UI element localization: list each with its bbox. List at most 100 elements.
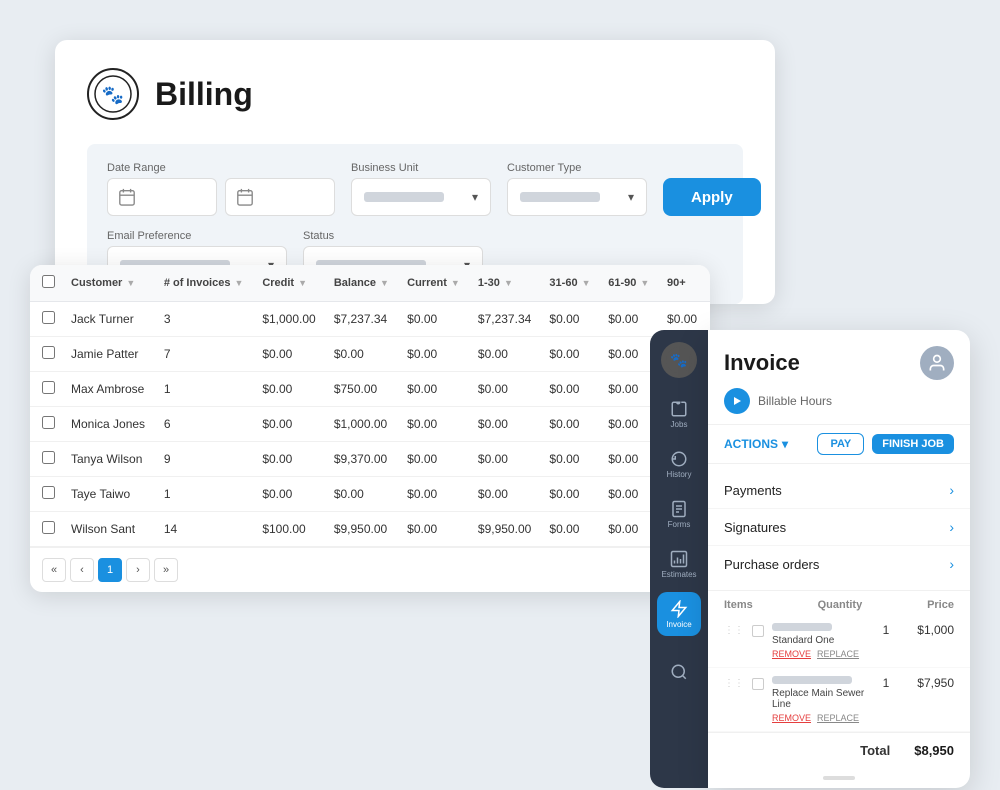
invoice-user-avatar xyxy=(920,346,954,380)
credit-cell: $0.00 xyxy=(254,337,326,372)
filter-icon-1-30[interactable]: ▼ xyxy=(504,278,513,288)
table-row: Taye Taiwo 1 $0.00 $0.00 $0.00 $0.00 $0.… xyxy=(30,477,710,512)
play-icon xyxy=(732,396,742,406)
filter-icon-credit[interactable]: ▼ xyxy=(298,278,307,288)
business-unit-label: Business Unit xyxy=(351,162,491,174)
estimates-label: Estimates xyxy=(661,570,696,579)
select-all-col xyxy=(30,265,63,302)
balance-cell: $1,000.00 xyxy=(326,407,399,442)
current-cell: $0.00 xyxy=(399,372,470,407)
nav-logo-icon: 🐾 xyxy=(665,346,693,374)
purchase-orders-row[interactable]: Purchase orders › xyxy=(708,546,970,582)
filter-icon-invoices[interactable]: ▼ xyxy=(234,278,243,288)
search-icon xyxy=(670,663,688,681)
invoices-cell: 6 xyxy=(156,407,255,442)
select-all-checkbox[interactable] xyxy=(42,275,55,288)
invoices-cell: 3 xyxy=(156,302,255,337)
balance-cell: $0.00 xyxy=(326,477,399,512)
balance-cell: $0.00 xyxy=(326,337,399,372)
total-label: Total xyxy=(860,743,890,758)
apply-button[interactable]: Apply xyxy=(663,178,761,216)
chevron-right-signatures: › xyxy=(949,519,954,535)
row-checkbox-6[interactable] xyxy=(42,521,55,534)
row-checkbox-4[interactable] xyxy=(42,451,55,464)
table-row: Jamie Patter 7 $0.00 $0.00 $0.00 $0.00 $… xyxy=(30,337,710,372)
item-qty-1: 1 xyxy=(876,623,896,637)
actions-button[interactable]: ACTIONS ▾ xyxy=(724,437,788,451)
drag-handle-1[interactable]: ⋮⋮ xyxy=(724,625,744,636)
pay-button[interactable]: PAY xyxy=(817,433,864,455)
items-col-header: Items xyxy=(724,599,753,611)
finish-job-button[interactable]: FINISH JOB xyxy=(872,434,954,454)
date-from-input[interactable] xyxy=(107,178,217,216)
col-61-90: 61-90 ▼ xyxy=(600,265,659,302)
history-label: History xyxy=(667,470,692,479)
current-cell: $0.00 xyxy=(399,477,470,512)
item-checkbox-2[interactable] xyxy=(752,678,764,690)
last-page-button[interactable]: » xyxy=(154,558,178,582)
row-checkbox-2[interactable] xyxy=(42,381,55,394)
31-60-cell: $0.00 xyxy=(541,372,600,407)
item-actions-1: REMOVE REPLACE xyxy=(772,649,868,659)
item-actions-2: REMOVE REPLACE xyxy=(772,713,868,723)
prev-page-button[interactable]: ‹ xyxy=(70,558,94,582)
sidebar-item-history[interactable]: History xyxy=(657,442,701,486)
calendar-to-icon xyxy=(236,188,254,206)
sidebar-item-estimates[interactable]: Estimates xyxy=(657,542,701,586)
chevron-right-payments: › xyxy=(949,482,954,498)
balance-cell: $750.00 xyxy=(326,372,399,407)
replace-item-2[interactable]: REPLACE xyxy=(817,713,859,723)
sidebar-item-jobs[interactable]: Jobs xyxy=(657,392,701,436)
sidebar-item-invoice[interactable]: Invoice xyxy=(657,592,701,636)
next-page-button[interactable]: › xyxy=(126,558,150,582)
page-1-button[interactable]: 1 xyxy=(98,558,122,582)
total-row: Total $8,950 xyxy=(708,732,970,768)
customer-cell: Tanya Wilson xyxy=(63,442,156,477)
invoice-item-2: ⋮⋮ Replace Main Sewer Line REMOVE REPLAC… xyxy=(708,668,970,732)
balance-cell: $9,370.00 xyxy=(326,442,399,477)
remove-item-1[interactable]: REMOVE xyxy=(772,649,811,659)
col-31-60: 31-60 ▼ xyxy=(541,265,600,302)
remove-item-2[interactable]: REMOVE xyxy=(772,713,811,723)
col-customer: Customer ▼ xyxy=(63,265,156,302)
first-page-button[interactable]: « xyxy=(42,558,66,582)
sidebar-item-forms[interactable]: Forms xyxy=(657,492,701,536)
date-to-input[interactable] xyxy=(225,178,335,216)
row-checkbox-5[interactable] xyxy=(42,486,55,499)
replace-item-1[interactable]: REPLACE xyxy=(817,649,859,659)
date-range-inputs xyxy=(107,178,335,216)
1-30-cell: $0.00 xyxy=(470,337,542,372)
chevron-down-icon-actions: ▾ xyxy=(782,437,788,451)
row-checkbox-0[interactable] xyxy=(42,311,55,324)
row-checkbox-1[interactable] xyxy=(42,346,55,359)
current-cell: $0.00 xyxy=(399,337,470,372)
table-row: Tanya Wilson 9 $0.00 $9,370.00 $0.00 $0.… xyxy=(30,442,710,477)
filter-icon-balance[interactable]: ▼ xyxy=(380,278,389,288)
1-30-cell: $0.00 xyxy=(470,407,542,442)
balance-cell: $9,950.00 xyxy=(326,512,399,547)
nav-avatar: 🐾 xyxy=(661,342,697,378)
table-row: Jack Turner 3 $1,000.00 $7,237.34 $0.00 … xyxy=(30,302,710,337)
play-button[interactable] xyxy=(724,388,750,414)
jobs-label: Jobs xyxy=(671,420,688,429)
table-body: Jack Turner 3 $1,000.00 $7,237.34 $0.00 … xyxy=(30,302,710,547)
customer-cell: Jamie Patter xyxy=(63,337,156,372)
customer-type-dropdown[interactable]: ▾ xyxy=(507,178,647,216)
signatures-row[interactable]: Signatures › xyxy=(708,509,970,546)
row-checkbox-3[interactable] xyxy=(42,416,55,429)
business-unit-dropdown[interactable]: ▾ xyxy=(351,178,491,216)
col-balance: Balance ▼ xyxy=(326,265,399,302)
filter-icon-61-90[interactable]: ▼ xyxy=(640,278,649,288)
filter-icon-current[interactable]: ▼ xyxy=(451,278,460,288)
current-cell: $0.00 xyxy=(399,302,470,337)
filter-icon-customer[interactable]: ▼ xyxy=(126,278,135,288)
item-checkbox-1[interactable] xyxy=(752,625,764,637)
sidebar-item-search[interactable] xyxy=(657,650,701,694)
business-unit-group: Business Unit ▾ xyxy=(351,162,491,216)
total-value: $8,950 xyxy=(914,743,954,758)
col-credit: Credit ▼ xyxy=(254,265,326,302)
31-60-cell: $0.00 xyxy=(541,337,600,372)
filter-icon-31-60[interactable]: ▼ xyxy=(582,278,591,288)
drag-handle-2[interactable]: ⋮⋮ xyxy=(724,678,744,689)
payments-row[interactable]: Payments › xyxy=(708,472,970,509)
